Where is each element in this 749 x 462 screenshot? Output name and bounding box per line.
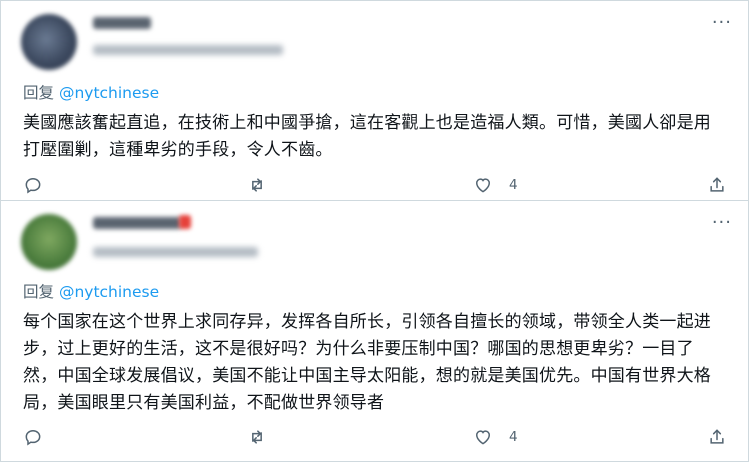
- more-icon[interactable]: ···: [712, 14, 732, 32]
- reply-context: 回复 @nytchinese: [23, 81, 159, 103]
- reply-icon: [25, 429, 41, 446]
- avatar[interactable]: [21, 214, 77, 270]
- author-name-blurred[interactable]: [93, 17, 151, 29]
- like-button[interactable]: 4: [473, 427, 518, 447]
- reply-prefix: 回复: [23, 84, 55, 102]
- share-button[interactable]: [707, 175, 727, 195]
- tweet-card[interactable]: ··· 回复 @nytchinese 每个国家在这个世界上求同存异，发挥各自所长…: [0, 200, 749, 462]
- more-icon[interactable]: ···: [712, 214, 732, 232]
- verified-badge-blurred: [179, 215, 191, 229]
- author-handle-blurred: [93, 247, 258, 257]
- tweet-text: 每个国家在这个世界上求同存异，发挥各自所长，引领各自擅长的领域，带领全人类一起进…: [23, 312, 711, 413]
- tweet-card[interactable]: ··· 回复 @nytchinese 美國應該奮起直追，在技術上和中國爭搶，這在…: [0, 0, 749, 201]
- like-icon: [475, 178, 491, 193]
- like-count: 4: [509, 429, 518, 445]
- reply-handle-link[interactable]: @nytchinese: [59, 84, 159, 102]
- reply-button[interactable]: [23, 175, 43, 195]
- retweet-button[interactable]: [247, 175, 267, 195]
- like-button[interactable]: 4: [473, 175, 518, 195]
- retweet-icon: [252, 430, 262, 444]
- reply-context: 回复 @nytchinese: [23, 280, 159, 302]
- share-icon: [710, 177, 724, 192]
- retweet-button[interactable]: [247, 427, 267, 447]
- share-icon: [710, 429, 724, 444]
- tweet-text: 美國應該奮起直追，在技術上和中國爭搶，這在客觀上也是造福人類。可惜，美國人卻是用…: [23, 113, 711, 160]
- reply-handle-link[interactable]: @nytchinese: [59, 283, 159, 301]
- share-button[interactable]: [707, 427, 727, 447]
- reply-button[interactable]: [23, 427, 43, 447]
- like-count: 4: [509, 177, 518, 193]
- reply-prefix: 回复: [23, 283, 55, 301]
- author-name-blurred[interactable]: [93, 217, 181, 229]
- avatar[interactable]: [21, 14, 77, 70]
- like-icon: [475, 430, 491, 445]
- retweet-icon: [252, 178, 262, 192]
- author-handle-blurred: [93, 45, 283, 55]
- reply-icon: [25, 177, 41, 194]
